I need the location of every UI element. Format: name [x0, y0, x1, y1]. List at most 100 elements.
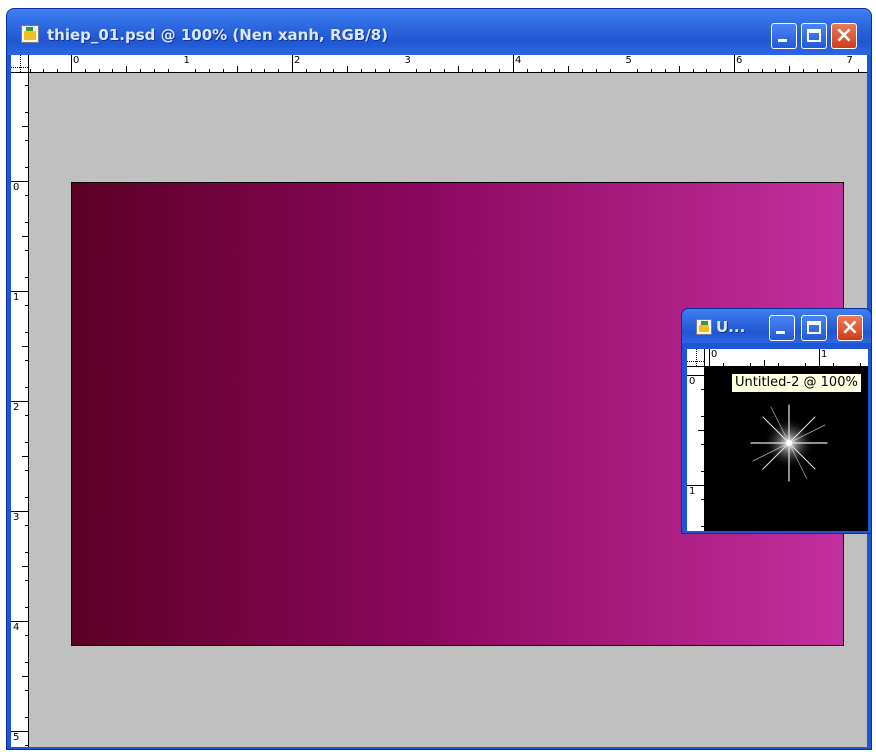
ruler-tick: [292, 55, 293, 72]
ruler-origin-corner[interactable]: [11, 55, 29, 73]
ruler-label: 2: [294, 55, 301, 66]
ruler-tick: [25, 497, 28, 498]
ruler-tick: [858, 69, 859, 72]
ruler-tick: [541, 69, 542, 72]
ruler-tick: [665, 69, 666, 72]
ruler-label: 5: [625, 55, 632, 66]
ruler-tick: [416, 69, 417, 72]
ruler-tick: [25, 195, 28, 196]
ruler-tick: [701, 499, 704, 500]
ruler-label: 2: [13, 402, 20, 413]
ruler-tick: [375, 69, 376, 72]
ruler-tick: [637, 69, 638, 72]
maximize-icon: [807, 321, 821, 334]
ruler-tick: [25, 470, 28, 471]
ruler-tick: [195, 69, 196, 72]
ruler-tick: [43, 69, 44, 72]
ruler-tick: [833, 363, 834, 366]
ruler-tick: [25, 662, 28, 663]
ruler-tick: [25, 112, 28, 113]
ruler-tick: [762, 69, 763, 72]
ruler-tick: [22, 566, 28, 567]
ruler-label: 1: [183, 55, 190, 66]
ruler-tick: [709, 349, 710, 366]
ruler-tick: [499, 69, 500, 72]
ruler-tick: [112, 69, 113, 72]
ruler-tick: [748, 69, 749, 72]
ruler-tick: [444, 69, 445, 72]
ruler-label: 3: [404, 55, 411, 66]
ruler-tick: [750, 363, 751, 366]
ruler-tick: [513, 55, 514, 72]
ruler-tick: [25, 717, 28, 718]
small-maximize-button[interactable]: [801, 315, 827, 341]
main-close-button[interactable]: ×: [831, 23, 857, 49]
ruler-tick: [789, 66, 790, 72]
ruler-tick: [22, 126, 28, 127]
ruler-tick: [860, 363, 861, 366]
document-icon[interactable]: [696, 319, 712, 335]
ruler-tick: [25, 250, 28, 251]
ruler-tick: [764, 360, 765, 366]
ruler-tick: [723, 363, 724, 366]
vertical-ruler[interactable]: 0 1 2 3 4 5: [11, 73, 29, 747]
ruler-tick: [803, 69, 804, 72]
vertical-ruler[interactable]: 01: [687, 367, 705, 531]
horizontal-ruler[interactable]: 0 1 2 3 4 5 6 7: [29, 55, 867, 73]
ruler-tick: [389, 69, 390, 72]
ruler-tick: [701, 416, 704, 417]
ruler-label: 7: [846, 55, 853, 66]
ruler-tick: [25, 580, 28, 581]
ruler-tick: [22, 456, 28, 457]
ruler-tick: [251, 69, 252, 72]
main-maximize-button[interactable]: [801, 23, 827, 49]
ruler-tick: [320, 69, 321, 72]
ruler-tick: [168, 69, 169, 72]
ruler-tick: [25, 745, 28, 746]
ruler-label: 1: [13, 292, 20, 303]
ruler-tick: [734, 55, 735, 72]
ruler-tick: [25, 305, 28, 306]
ruler-tick: [485, 69, 486, 72]
ruler-tick: [693, 69, 694, 72]
ruler-tick: [25, 552, 28, 553]
ruler-tick: [140, 69, 141, 72]
ruler-tick: [25, 442, 28, 443]
maximize-icon: [807, 29, 821, 42]
ruler-tick: [25, 607, 28, 608]
ruler-tick: [430, 69, 431, 72]
small-close-button[interactable]: ×: [837, 315, 863, 341]
ruler-tick: [527, 69, 528, 72]
ruler-tick: [701, 389, 704, 390]
ruler-tick: [25, 690, 28, 691]
ruler-tick: [278, 69, 279, 72]
ruler-origin-corner[interactable]: [687, 349, 705, 367]
ruler-tick: [25, 360, 28, 361]
main-minimize-button[interactable]: [771, 23, 797, 49]
ruler-tick: [57, 69, 58, 72]
ruler-tick: [22, 236, 28, 237]
ruler-tick: [154, 69, 155, 72]
ruler-tick: [237, 66, 238, 72]
ruler-tick: [701, 471, 704, 472]
ruler-tick: [817, 69, 818, 72]
main-window-title: thiep_01.psd @ 100% (Nen xanh, RGB/8): [47, 26, 389, 44]
ruler-tick: [819, 349, 820, 366]
document-icon[interactable]: [21, 25, 39, 43]
ruler-label: 0: [711, 349, 718, 360]
ruler-tick: [347, 66, 348, 72]
document-window-untitled-2[interactable]: U... × 01 01: [681, 308, 872, 534]
ruler-tick: [775, 69, 776, 72]
horizontal-ruler[interactable]: 01: [705, 349, 868, 367]
ruler-label: 1: [689, 486, 696, 497]
small-title-bar[interactable]: U... ×: [682, 309, 871, 343]
ruler-tick: [706, 69, 707, 72]
ruler-label: 0: [689, 376, 696, 387]
minimize-icon: [776, 331, 785, 334]
ruler-label: 0: [13, 182, 20, 193]
ruler-tick: [596, 69, 597, 72]
ruler-tick: [30, 69, 31, 72]
small-minimize-button[interactable]: [769, 315, 795, 341]
ruler-tick: [472, 69, 473, 72]
main-title-bar[interactable]: thiep_01.psd @ 100% (Nen xanh, RGB/8) ×: [7, 9, 871, 55]
